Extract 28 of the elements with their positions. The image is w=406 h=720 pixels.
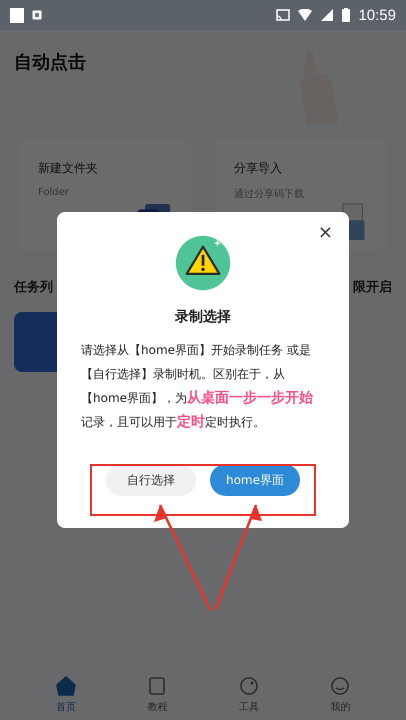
nav-tab[interactable]: 首页 [56,676,76,714]
cast-icon [276,9,290,21]
nav-tab[interactable]: 我的 [330,676,350,714]
signal-icon [320,9,334,21]
card-title: 分享导入 [234,160,283,177]
battery-icon [342,8,350,22]
home-icon [56,676,76,696]
choice-button[interactable]: home界面 [210,464,300,496]
card-subtitle: Folder [38,187,70,198]
choice-button[interactable]: 自行选择 [106,464,196,496]
dial-icon [238,676,259,696]
app-title: 自动点击 [14,51,86,74]
wifi-icon [298,9,312,21]
nav-tab[interactable]: 工具 [238,676,259,714]
dialog-title: 录制选择 [175,308,231,326]
card-title: 新建文件夹 [38,160,99,177]
permission-label[interactable]: 限开启 [353,278,392,296]
book-icon [147,676,168,696]
status-time: 10:59 [358,6,396,24]
section-title: 任务列 [14,279,53,296]
warning-icon [174,234,232,292]
smiley-icon [330,676,350,696]
app-notification-icon [32,10,42,20]
close-button[interactable]: × [314,220,337,245]
notification-icon [10,8,24,22]
dialog-message: 请选择从【home界面】开始录制任务 或是【自行选择】录制时机。区别在于，从【home界面】，为从桌面一步一步开始记录，且可以用于定时定时执行。 [81,342,314,432]
card-subtitle: 通过分享码下载 [234,188,305,201]
nav-tab[interactable]: 教程 [147,676,168,714]
